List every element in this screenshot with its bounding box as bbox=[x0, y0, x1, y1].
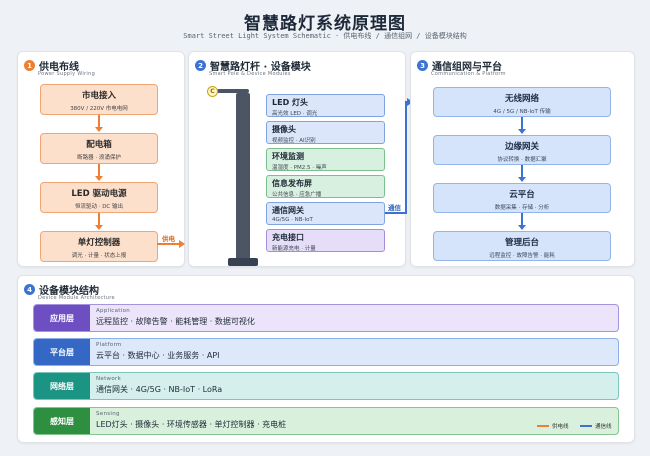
box-title: 单灯控制器 bbox=[77, 238, 121, 248]
layer-items: 云平台 · 数据中心 · 业务服务 · API bbox=[96, 351, 220, 360]
module-subtitle: 公共信息 · 应急广播 bbox=[272, 192, 322, 198]
layer-name: 感知层 bbox=[34, 408, 90, 434]
network-panel-subtitle: Communication & Platform bbox=[431, 71, 506, 77]
power-link-label: 供电 bbox=[162, 235, 175, 243]
module-subtitle: 视频监控 · AI识别 bbox=[272, 138, 316, 144]
street-light-pole bbox=[236, 93, 250, 263]
legend-swatch bbox=[580, 425, 592, 427]
box-subtitle: 恒流驱动 · DC 输出 bbox=[74, 204, 124, 210]
module-led-head: LED 灯头 高光效 LED · 调光 bbox=[266, 94, 385, 117]
comm-link-line bbox=[385, 212, 406, 214]
module-title: LED 灯头 bbox=[272, 98, 308, 107]
box-subtitle: 数据采集 · 存储 · 分析 bbox=[494, 205, 550, 211]
pole-panel-subtitle: Smart Pole & Device Modules bbox=[209, 71, 291, 77]
layer-english-name: Platform bbox=[96, 342, 122, 348]
pole-base bbox=[228, 258, 258, 266]
layer-body: Platform 云平台 · 数据中心 · 业务服务 · API bbox=[90, 339, 220, 365]
box-subtitle: 协议转换 · 数据汇聚 bbox=[497, 157, 547, 163]
module-env-monitor: 环境监测 温湿度 · PM2.5 · 噪声 bbox=[266, 148, 385, 171]
layer-name: 应用层 bbox=[34, 305, 90, 331]
edge-gateway-box: 边缘网关 协议转换 · 数据汇聚 bbox=[433, 135, 611, 165]
power-flow-arrow bbox=[95, 115, 103, 132]
module-camera: 摄像头 视频监控 · AI识别 bbox=[266, 121, 385, 144]
step-number-badge: 4 bbox=[24, 284, 35, 295]
power-flow-arrow bbox=[95, 164, 103, 181]
module-subtitle: 新能源充电 · 计量 bbox=[272, 246, 316, 252]
legend-label: 通信线 bbox=[595, 424, 612, 430]
box-title: 市电接入 bbox=[81, 91, 116, 101]
comm-flow-arrow bbox=[518, 117, 526, 134]
layer-english-name: Application bbox=[96, 308, 131, 314]
module-charging-port: 充电接口 新能源充电 · 计量 bbox=[266, 229, 385, 252]
box-title: LED 驱动电源 bbox=[71, 189, 127, 199]
mains-input-box: 市电接入 380V / 220V 市电电网 bbox=[40, 84, 158, 115]
layer-name: 平台层 bbox=[34, 339, 90, 365]
layer-body: Sensing LED灯头 · 摄像头 · 环境传感器 · 单灯控制器 · 充电… bbox=[90, 408, 286, 434]
layer-name: 网络层 bbox=[34, 373, 90, 399]
module-title: 信息发布屏 bbox=[272, 179, 312, 188]
module-comm-gateway: 通信网关 4G/5G · NB-IoT bbox=[266, 202, 385, 225]
comm-flow-arrow bbox=[518, 165, 526, 182]
module-title: 通信网关 bbox=[272, 206, 304, 215]
box-title: 配电箱 bbox=[86, 140, 112, 150]
cloud-platform-box: 云平台 数据采集 · 存储 · 分析 bbox=[433, 183, 611, 213]
legend-label: 供电线 bbox=[552, 424, 569, 430]
legend-swatch bbox=[537, 425, 549, 427]
layer-english-name: Sensing bbox=[96, 411, 120, 417]
module-subtitle: 温湿度 · PM2.5 · 噪声 bbox=[272, 165, 327, 171]
box-title: 无线网络 bbox=[504, 94, 539, 104]
legend-comm: 通信线 bbox=[580, 422, 612, 430]
box-title: 边缘网关 bbox=[504, 142, 539, 152]
layer-body: Application 远程监控 · 故障告警 · 能耗管理 · 数据可视化 bbox=[90, 305, 255, 331]
box-title: 云平台 bbox=[509, 190, 535, 200]
box-title: 管理后台 bbox=[504, 238, 539, 248]
single-lamp-controller-box: 单灯控制器 调光 · 计量 · 状态上报 bbox=[40, 231, 158, 262]
comm-link-line bbox=[405, 101, 407, 214]
box-subtitle: 调光 · 计量 · 状态上报 bbox=[71, 253, 127, 259]
step-number-badge: 2 bbox=[195, 60, 206, 71]
admin-backend-box: 管理后台 远程监控 · 故障告警 · 能耗 bbox=[433, 231, 611, 261]
lamp-head-icon: C bbox=[207, 86, 218, 97]
comm-link-label: 通信 bbox=[388, 204, 401, 212]
power-panel-subtitle: Power Supply Wiring bbox=[38, 71, 96, 77]
power-link-arrow bbox=[157, 240, 185, 248]
module-title: 充电接口 bbox=[272, 233, 304, 242]
box-subtitle: 4G / 5G / NB-IoT 传输 bbox=[493, 109, 551, 115]
led-driver-box: LED 驱动电源 恒流驱动 · DC 输出 bbox=[40, 182, 158, 213]
module-title: 摄像头 bbox=[272, 125, 296, 134]
comm-flow-arrow bbox=[518, 213, 526, 230]
module-subtitle: 4G/5G · NB-IoT bbox=[272, 217, 313, 223]
module-subtitle: 高光效 LED · 调光 bbox=[272, 111, 318, 117]
module-title: 环境监测 bbox=[272, 152, 304, 161]
layer-network: 网络层 Network 通信网关 · 4G/5G · NB-IoT · LoRa bbox=[33, 372, 619, 400]
architecture-panel-subtitle: Device Module Architecture bbox=[38, 295, 115, 301]
layer-platform: 平台层 Platform 云平台 · 数据中心 · 业务服务 · API bbox=[33, 338, 619, 366]
layer-items: LED灯头 · 摄像头 · 环境传感器 · 单灯控制器 · 充电桩 bbox=[96, 420, 287, 429]
legend-power: 供电线 bbox=[537, 422, 569, 430]
wireless-network-box: 无线网络 4G / 5G / NB-IoT 传输 bbox=[433, 87, 611, 117]
layer-items: 通信网关 · 4G/5G · NB-IoT · LoRa bbox=[96, 385, 223, 394]
box-subtitle: 380V / 220V 市电电网 bbox=[70, 106, 128, 112]
layer-english-name: Network bbox=[96, 376, 122, 382]
step-number-badge: 3 bbox=[417, 60, 428, 71]
layer-application: 应用层 Application 远程监控 · 故障告警 · 能耗管理 · 数据可… bbox=[33, 304, 619, 332]
layer-sensing: 感知层 Sensing LED灯头 · 摄像头 · 环境传感器 · 单灯控制器 … bbox=[33, 407, 619, 435]
distribution-box: 配电箱 断路器 · 浪涌保护 bbox=[40, 133, 158, 164]
layer-items: 远程监控 · 故障告警 · 能耗管理 · 数据可视化 bbox=[96, 317, 255, 326]
step-number-badge: 1 bbox=[24, 60, 35, 71]
page-subtitle: Smart Street Light System Schematic · 供电… bbox=[183, 32, 467, 40]
power-flow-arrow bbox=[95, 213, 103, 230]
module-info-screen: 信息发布屏 公共信息 · 应急广播 bbox=[266, 175, 385, 198]
box-subtitle: 远程监控 · 故障告警 · 能耗 bbox=[489, 253, 555, 259]
comm-link-arrow bbox=[405, 98, 413, 106]
layer-body: Network 通信网关 · 4G/5G · NB-IoT · LoRa bbox=[90, 373, 222, 399]
box-subtitle: 断路器 · 浪涌保护 bbox=[77, 155, 121, 161]
